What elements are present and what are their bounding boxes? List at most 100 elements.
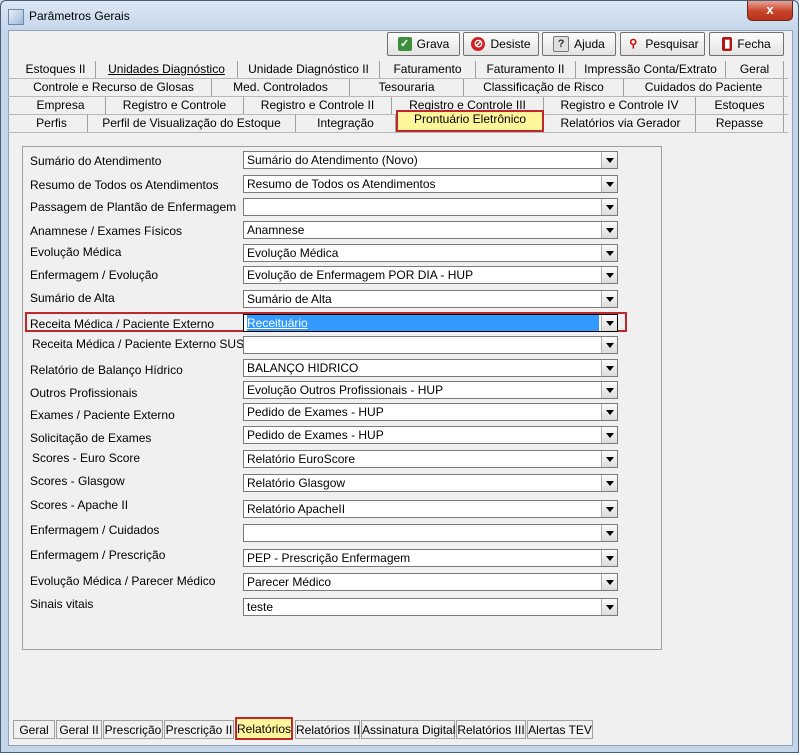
chevron-down-icon[interactable] [601, 291, 617, 307]
combo-resumo-atendimentos[interactable]: Resumo de Todos os Atendimentos [243, 175, 618, 193]
label-passagem-plantao: Passagem de Plantão de Enfermagem [30, 200, 237, 214]
chevron-down-icon[interactable] [601, 451, 617, 467]
tab-integracao[interactable]: Integração [296, 115, 396, 132]
combo-value: Evolução Outros Profissionais - HUP [247, 383, 444, 397]
tab-prontuario-eletronico[interactable]: Prontuário Eletrônico [396, 110, 544, 132]
combo-value: Receituário [247, 315, 599, 331]
tab-perfil-visualizacao-estoque[interactable]: Perfil de Visualização do Estoque [88, 115, 296, 132]
tab-perfis[interactable]: Perfis [16, 115, 88, 132]
combo-solicitacao-exames[interactable]: Pedido de Exames - HUP [243, 426, 618, 444]
bottom-tab-assinatura-digital[interactable]: Assinatura Digital [361, 720, 455, 739]
bottom-tab-relatorios-iii[interactable]: Relatórios III [456, 720, 526, 739]
tab-classificacao-risco[interactable]: Classificação de Risco [464, 79, 624, 96]
label-apache-ii: Scores - Apache II [30, 498, 129, 512]
title-bar[interactable]: Parâmetros Gerais [1, 1, 798, 29]
tab-faturamento-ii[interactable]: Faturamento II [476, 61, 576, 78]
label-anamnese: Anamnese / Exames Físicos [30, 224, 183, 238]
combo-sinais-vitais[interactable]: teste [243, 598, 618, 616]
ajuda-button[interactable]: ? Ajuda [542, 32, 616, 56]
combo-value: teste [247, 600, 274, 614]
bottom-tab-geral[interactable]: Geral [13, 720, 55, 739]
tab-row-divider [8, 96, 788, 97]
combo-exames-externo[interactable]: Pedido de Exames - HUP [243, 403, 618, 421]
combo-sumario-atendimento[interactable]: Sumário do Atendimento (Novo) [243, 151, 618, 169]
tab-estoques[interactable]: Estoques [696, 97, 784, 114]
combo-enfermagem-evolucao[interactable]: Evolução de Enfermagem POR DIA - HUP [243, 266, 618, 284]
tab-tesouraria[interactable]: Tesouraria [350, 79, 464, 96]
combo-receita-medica-externo-sus[interactable] [243, 336, 618, 354]
tab-cuidados-paciente[interactable]: Cuidados do Paciente [624, 79, 784, 96]
label-receita-medica-externo: Receita Médica / Paciente Externo [30, 317, 215, 331]
chevron-down-icon[interactable] [601, 475, 617, 491]
combo-receita-medica-externo[interactable]: Receituário [243, 314, 618, 332]
bottom-tab-geral-ii[interactable]: Geral II [56, 720, 102, 739]
tab-registro-controle-iv[interactable]: Registro e Controle IV [544, 97, 696, 114]
chevron-down-icon[interactable] [601, 245, 617, 261]
label-solicitacao-exames: Solicitação de Exames [30, 431, 152, 445]
combo-value: Sumário de Alta [247, 292, 332, 306]
tab-repasse[interactable]: Repasse [696, 115, 784, 132]
fecha-label: Fecha [737, 37, 771, 51]
tab-registro-controle[interactable]: Registro e Controle [106, 97, 244, 114]
tab-relatorios-via-gerador[interactable]: Relatórios via Gerador [546, 115, 696, 132]
tab-unidade-diagnostico-ii[interactable]: Unidade Diagnóstico II [238, 61, 380, 78]
tab-med-controlados[interactable]: Med. Controlados [212, 79, 350, 96]
combo-parecer-medico[interactable]: Parecer Médico [243, 573, 618, 591]
tab-empresa[interactable]: Empresa [16, 97, 106, 114]
chevron-down-icon[interactable] [601, 404, 617, 420]
bottom-tab-alertas-tev[interactable]: Alertas TEV [527, 720, 593, 739]
help-icon: ? [553, 36, 570, 52]
label-sinais-vitais: Sinais vitais [30, 597, 94, 611]
combo-value: BALANÇO HIDRICO [247, 361, 359, 375]
chevron-down-icon[interactable] [601, 599, 617, 615]
tab-estoques-ii[interactable]: Estoques II [16, 61, 96, 78]
chevron-down-icon[interactable] [601, 574, 617, 590]
label-outros-profissionais: Outros Profissionais [30, 386, 138, 400]
chevron-down-icon[interactable] [601, 199, 617, 215]
combo-sumario-alta[interactable]: Sumário de Alta [243, 290, 618, 308]
combo-euro-score[interactable]: Relatório EuroScore [243, 450, 618, 468]
chevron-down-icon[interactable] [601, 360, 617, 376]
close-window-button[interactable]: x [747, 1, 793, 21]
combo-anamnese[interactable]: Anamnese [243, 221, 618, 239]
label-sumario-alta: Sumário de Alta [30, 291, 115, 305]
tab-unidades-diagnostico[interactable]: Unidades Diagnóstico [96, 61, 238, 78]
pesquisar-button[interactable]: ⚲ Pesquisar [620, 32, 705, 56]
combo-evolucao-medica[interactable]: Evolução Médica [243, 244, 618, 262]
combo-apache-ii[interactable]: Relatório ApacheII [243, 500, 618, 518]
chevron-down-icon[interactable] [601, 550, 617, 566]
combo-enfermagem-cuidados[interactable] [243, 524, 618, 542]
combo-value: Sumário do Atendimento (Novo) [247, 153, 418, 167]
window-title: Parâmetros Gerais [29, 9, 130, 23]
combo-glasgow[interactable]: Relatório Glasgow [243, 474, 618, 492]
tab-controle-recurso-glosas[interactable]: Controle e Recurso de Glosas [16, 79, 212, 96]
desiste-button[interactable]: ⊘ Desiste [463, 32, 539, 56]
chevron-down-icon[interactable] [601, 382, 617, 398]
chevron-down-icon[interactable] [601, 501, 617, 517]
grava-button[interactable]: ✓ Grava [387, 32, 460, 56]
tab-impressao-conta-extrato[interactable]: Impressão Conta/Extrato [576, 61, 726, 78]
bottom-tab-prescricao[interactable]: Prescrição [103, 720, 163, 739]
chevron-down-icon[interactable] [601, 222, 617, 238]
combo-value: Parecer Médico [247, 575, 332, 589]
combo-balanco-hidrico[interactable]: BALANÇO HIDRICO [243, 359, 618, 377]
bottom-tab-relatorios[interactable]: Relatórios [235, 717, 293, 740]
tab-geral[interactable]: Geral [726, 61, 784, 78]
fecha-button[interactable]: ▮ Fecha [709, 32, 784, 56]
bottom-tab-relatorios-ii[interactable]: Relatórios II [295, 720, 360, 739]
tab-registro-controle-ii[interactable]: Registro e Controle II [244, 97, 392, 114]
combo-passagem-plantao[interactable] [243, 198, 618, 216]
chevron-down-icon[interactable] [601, 267, 617, 283]
chevron-down-icon[interactable] [601, 315, 617, 331]
combo-outros-profissionais[interactable]: Evolução Outros Profissionais - HUP [243, 381, 618, 399]
chevron-down-icon[interactable] [601, 427, 617, 443]
chevron-down-icon[interactable] [601, 152, 617, 168]
chevron-down-icon[interactable] [601, 337, 617, 353]
chevron-down-icon[interactable] [601, 525, 617, 541]
save-icon: ✓ [397, 37, 412, 51]
tab-faturamento[interactable]: Faturamento [380, 61, 476, 78]
combo-value: Evolução Médica [247, 246, 339, 260]
bottom-tab-prescricao-ii[interactable]: Prescrição II [164, 720, 234, 739]
chevron-down-icon[interactable] [601, 176, 617, 192]
combo-enfermagem-prescricao[interactable]: PEP - Prescrição Enfermagem [243, 549, 618, 567]
